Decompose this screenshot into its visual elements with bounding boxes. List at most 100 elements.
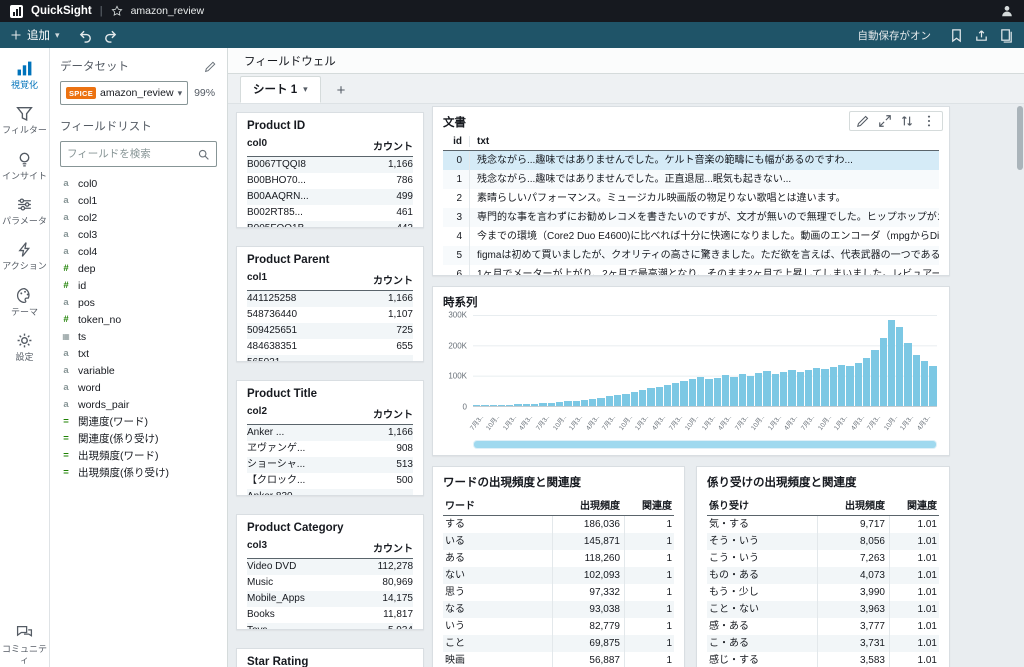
bar[interactable] bbox=[797, 372, 804, 406]
favorite-star-icon[interactable] bbox=[111, 5, 123, 17]
field-item[interactable]: ▦ts bbox=[60, 328, 217, 345]
bar[interactable] bbox=[830, 367, 837, 406]
table-row[interactable]: 思う97,3321 bbox=[443, 584, 674, 601]
bar[interactable] bbox=[664, 385, 671, 406]
add-button[interactable]: 追加 ▾ bbox=[10, 27, 60, 43]
bar[interactable] bbox=[639, 390, 646, 406]
field-item[interactable]: #dep bbox=[60, 260, 217, 277]
table-row[interactable]: 感じ・する3,5831.01 bbox=[707, 652, 939, 667]
visual-time-series[interactable]: 時系列 300K200K100K0 7月3..10月..1月3..4月3..7月… bbox=[432, 286, 950, 456]
nav-theme[interactable]: テーマ bbox=[2, 287, 48, 317]
bar[interactable] bbox=[813, 368, 820, 406]
bar[interactable] bbox=[514, 404, 521, 406]
bar[interactable] bbox=[506, 405, 513, 406]
bar[interactable] bbox=[481, 405, 488, 406]
pages-icon[interactable] bbox=[999, 28, 1014, 43]
table-row[interactable]: こと69,8751 bbox=[443, 635, 674, 652]
field-item[interactable]: avariable bbox=[60, 362, 217, 379]
bar[interactable] bbox=[896, 327, 903, 406]
canvas-scrollbar[interactable] bbox=[1017, 106, 1023, 170]
field-item[interactable]: atxt bbox=[60, 345, 217, 362]
bar[interactable] bbox=[880, 338, 887, 406]
table-row[interactable]: こう・いう7,2631.01 bbox=[707, 550, 939, 567]
table-row[interactable]: 【クロック...500 bbox=[247, 473, 413, 489]
undo-icon[interactable] bbox=[78, 28, 93, 43]
bar[interactable] bbox=[539, 403, 546, 406]
bar[interactable] bbox=[490, 405, 497, 406]
field-item[interactable]: #id bbox=[60, 277, 217, 294]
bar[interactable] bbox=[855, 363, 862, 406]
bar[interactable] bbox=[821, 369, 828, 406]
bar[interactable] bbox=[722, 375, 729, 406]
bar[interactable] bbox=[556, 402, 563, 406]
bar[interactable] bbox=[697, 377, 704, 406]
bar[interactable] bbox=[714, 378, 721, 407]
visual-product-category[interactable]: Product Category col3カウントVideo DVD112,27… bbox=[236, 514, 424, 630]
redo-icon[interactable] bbox=[103, 28, 118, 43]
export-icon[interactable] bbox=[974, 28, 989, 43]
bar[interactable] bbox=[730, 377, 737, 406]
bar[interactable] bbox=[606, 396, 613, 406]
bar[interactable] bbox=[473, 405, 480, 406]
visual-dependency-frequency[interactable]: 係り受けの出現頻度と関連度 係り受け出現頻度関連度 気・する9,7171.01そ… bbox=[696, 466, 950, 667]
visual-product-id[interactable]: Product ID col0カウントB0067TQQI81,166B00BHO… bbox=[236, 112, 424, 228]
bar[interactable] bbox=[656, 387, 663, 406]
table-row[interactable]: ある118,2601 bbox=[443, 550, 674, 567]
table-row[interactable]: Video DVD112,278 bbox=[247, 559, 413, 575]
dataset-selector[interactable]: SPICE amazon_review ▾ bbox=[60, 81, 188, 105]
table-row[interactable]: 484638351655 bbox=[247, 339, 413, 355]
bar[interactable] bbox=[838, 365, 845, 406]
bar[interactable] bbox=[672, 383, 679, 406]
field-item[interactable]: =関連度(係り受け) bbox=[60, 430, 217, 447]
table-row[interactable]: そう・いう8,0561.01 bbox=[707, 533, 939, 550]
table-row[interactable]: 2素晴らしいパフォーマンス。ミュージカル映画版の物足りない歌唱とは違います。 bbox=[443, 189, 939, 208]
column-header[interactable]: txt bbox=[469, 136, 939, 147]
bar[interactable] bbox=[564, 401, 571, 406]
table-row[interactable]: B005FQQ1B442 bbox=[247, 221, 413, 228]
field-item[interactable]: acol2 bbox=[60, 209, 217, 226]
field-item[interactable]: awords_pair bbox=[60, 396, 217, 413]
table-row[interactable]: いう82,7791 bbox=[443, 618, 674, 635]
bar[interactable] bbox=[589, 399, 596, 406]
menu-icon[interactable] bbox=[919, 114, 939, 128]
table-row[interactable]: 5figmaは初めて買いましたが、クオリティの高さに驚きました。ただ欲を言えば、… bbox=[443, 246, 939, 265]
bar[interactable] bbox=[921, 361, 928, 406]
scrollbar-handle[interactable] bbox=[474, 441, 936, 448]
table-row[interactable]: Books11,817 bbox=[247, 607, 413, 623]
maximize-icon[interactable] bbox=[875, 114, 895, 128]
nav-insight[interactable]: インサイト bbox=[2, 151, 48, 181]
table-row[interactable]: 5487364401,107 bbox=[247, 307, 413, 323]
visual-product-title[interactable]: Product Title col2カウントAnker ...1,166ヱヴァン… bbox=[236, 380, 424, 496]
visual-product-parent[interactable]: Product Parent col1カウント4411252581,166548… bbox=[236, 246, 424, 362]
table-row[interactable]: B002RT85...461 bbox=[247, 205, 413, 221]
bar[interactable] bbox=[705, 379, 712, 406]
table-row[interactable]: なる93,0381 bbox=[443, 601, 674, 618]
field-item[interactable]: acol1 bbox=[60, 192, 217, 209]
bar[interactable] bbox=[805, 370, 812, 406]
bar[interactable] bbox=[871, 350, 878, 406]
table-row[interactable]: Music80,969 bbox=[247, 575, 413, 591]
table-row[interactable]: 61ヶ月でメーターが上がり、2ヶ月で最高潮となり、そのまま2ヶ月で上昇してしまい… bbox=[443, 265, 939, 276]
bar[interactable] bbox=[780, 372, 787, 406]
add-sheet-button[interactable]: + bbox=[331, 82, 352, 103]
field-item[interactable]: =出現頻度(ワード) bbox=[60, 447, 217, 464]
field-item[interactable]: acol0 bbox=[60, 175, 217, 192]
table-row[interactable]: ショーシャ...513 bbox=[247, 457, 413, 473]
table-row[interactable]: ヱヴァンゲ...908 bbox=[247, 441, 413, 457]
table-row[interactable]: こ・ある3,7311.01 bbox=[707, 635, 939, 652]
nav-visualize[interactable]: 視覚化 bbox=[2, 60, 48, 90]
table-row[interactable]: こと・ない3,9631.01 bbox=[707, 601, 939, 618]
table-row[interactable]: 0残念ながら...趣味ではありませんでした。ケルト音楽の範疇にも幅があるのですわ… bbox=[443, 151, 939, 170]
field-item[interactable]: aword bbox=[60, 379, 217, 396]
field-item[interactable]: =出現頻度(係り受け) bbox=[60, 464, 217, 481]
field-wells-bar[interactable]: フィールドウェル bbox=[228, 48, 1024, 74]
table-row[interactable]: Mobile_Apps14,175 bbox=[247, 591, 413, 607]
table-row[interactable]: 映画56,8871 bbox=[443, 652, 674, 667]
bar[interactable] bbox=[523, 404, 530, 406]
visual-word-frequency[interactable]: ワードの出現頻度と関連度 ワード出現頻度関連度 する186,0361いる145,… bbox=[432, 466, 685, 667]
table-row[interactable]: 感・ある3,7771.01 bbox=[707, 618, 939, 635]
bar[interactable] bbox=[498, 405, 505, 406]
nav-filter[interactable]: フィルター bbox=[2, 105, 48, 135]
swap-icon[interactable] bbox=[897, 114, 917, 128]
table-row[interactable]: ない102,0931 bbox=[443, 567, 674, 584]
